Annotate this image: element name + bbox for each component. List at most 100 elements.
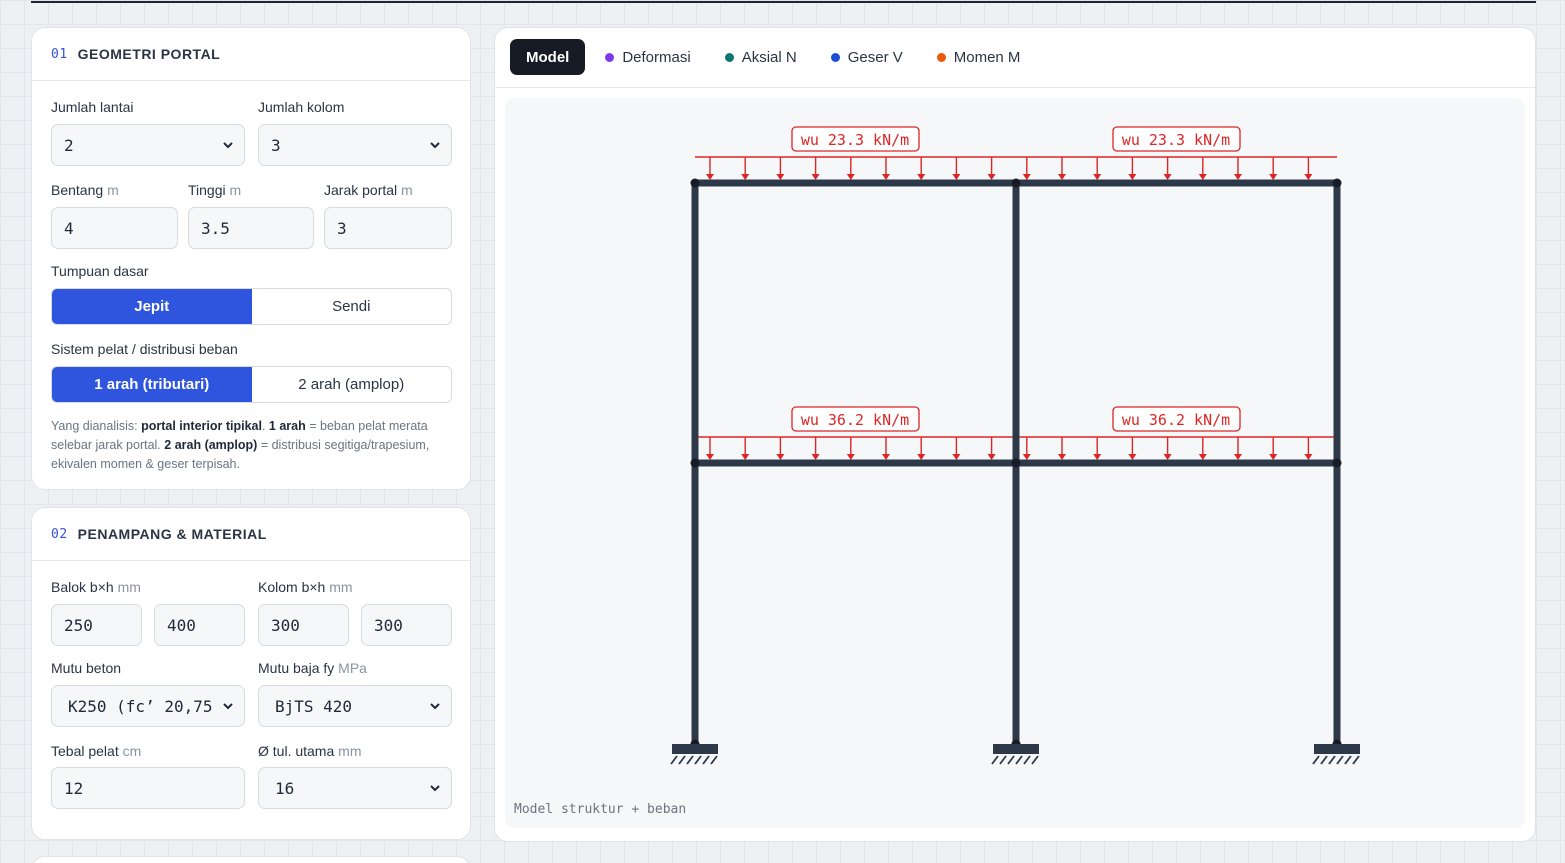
load-arrowhead — [811, 454, 820, 460]
concrete-label: Mutu beton — [51, 660, 122, 676]
load-arrowhead — [987, 174, 996, 180]
chevron-down-icon — [430, 703, 440, 710]
column-label: Kolom b×h mm — [258, 579, 353, 595]
roof-load-label-left: wu 23.3 kN/m — [791, 126, 920, 152]
viewer-tabs: Model Deformasi Aksial N Geser V Momen M — [510, 39, 1020, 75]
section-number: 02 — [51, 526, 68, 542]
geser-dot — [830, 52, 840, 62]
support-label: Tumpuan dasar — [51, 263, 149, 279]
note-bold: 2 arah (amplop) — [164, 438, 258, 452]
joint-node — [1011, 178, 1021, 188]
floor-load-label-right: wu 36.2 kN/m — [1112, 406, 1241, 432]
joint-node — [1332, 458, 1342, 468]
height-label: Tinggi m — [188, 182, 241, 198]
tab-deformasi[interactable]: Deformasi — [605, 48, 691, 66]
load-arrowhead — [917, 454, 926, 460]
load-arrowhead — [1058, 454, 1066, 460]
canvas-caption: Model struktur + beban — [514, 802, 687, 817]
svg-text:wu 36.2 kN/m: wu 36.2 kN/m — [1122, 411, 1230, 429]
slab-system-label: Sistem pelat / distribusi beban — [51, 341, 238, 357]
load-arrowhead — [1269, 174, 1278, 180]
span-label-text: Bentang — [51, 182, 104, 198]
floors-value: 2 — [64, 135, 74, 155]
note-bold: 1 arah — [268, 419, 306, 433]
bar-label: Ø tul. utama mm — [258, 743, 361, 759]
section-card-header: 02 PENAMPANG & MATERIAL — [32, 508, 470, 561]
cols-value: 3 — [271, 135, 281, 155]
span-input[interactable]: 4 — [51, 207, 178, 249]
bar-select[interactable]: 16 — [258, 767, 452, 809]
slab-thickness-unit: cm — [122, 743, 142, 759]
load-arrowhead — [1198, 454, 1207, 460]
tab-aksial[interactable]: Aksial N — [724, 49, 797, 66]
column-h-input[interactable]: 300 — [361, 604, 452, 646]
load-arrowhead — [1128, 454, 1137, 460]
load-arrowhead — [1234, 174, 1242, 180]
slab-option-one-way[interactable]: 1 arah (tributari) — [52, 367, 252, 402]
support-option-sendi[interactable]: Sendi — [252, 289, 452, 324]
joint-node — [690, 178, 700, 188]
load-arrowhead — [952, 174, 961, 180]
tab-label: Geser V — [847, 48, 903, 66]
steel-label-text: Mutu baja fy — [258, 660, 335, 676]
chevron-down-icon — [223, 142, 233, 149]
load-arrowhead — [1304, 174, 1313, 180]
column-b-input[interactable]: 300 — [258, 604, 349, 646]
load-arrowhead — [1128, 174, 1137, 180]
beam-unit: mm — [117, 579, 141, 595]
svg-text:wu 23.3 kN/m: wu 23.3 kN/m — [1122, 131, 1230, 149]
beam-label-text: Balok b×h — [51, 579, 114, 595]
roof-load-arrows — [695, 156, 1337, 180]
tabs-divider — [495, 87, 1535, 88]
chevron-down-icon — [430, 785, 440, 792]
load-arrowhead — [846, 454, 855, 460]
cols-select[interactable]: 3 — [258, 124, 452, 166]
svg-text:wu 36.2 kN/m: wu 36.2 kN/m — [801, 411, 909, 429]
load-arrowhead — [1093, 174, 1102, 180]
chevron-down-icon — [430, 142, 440, 149]
load-arrowhead — [706, 454, 714, 460]
spacing-input[interactable]: 3 — [324, 207, 452, 249]
tab-model[interactable]: Model — [510, 39, 586, 75]
viewer-card: Model Deformasi Aksial N Geser V Momen M — [494, 27, 1536, 842]
beam-b-input[interactable]: 250 — [51, 604, 142, 646]
floors-select[interactable]: 2 — [51, 124, 245, 166]
geometry-card: 01 GEOMETRI PORTAL Jumlah lantai 2 Jumla… — [31, 27, 471, 490]
load-arrowhead — [1198, 174, 1207, 180]
column-label-text: Kolom b×h — [258, 579, 326, 595]
load-arrowhead — [1163, 174, 1172, 180]
next-card — [31, 856, 471, 863]
slab-option-two-way[interactable]: 2 arah (amplop) — [252, 367, 452, 402]
fixed-support-icon — [670, 744, 718, 765]
spacing-label-text: Jarak portal — [324, 182, 398, 198]
beam-h-input[interactable]: 400 — [154, 604, 245, 646]
load-arrowhead — [1304, 454, 1313, 460]
floors-label: Jumlah lantai — [51, 99, 134, 115]
column-unit: mm — [329, 579, 353, 595]
floor-load-label-left: wu 36.2 kN/m — [791, 406, 920, 432]
note-text: Yang dianalisis: — [51, 419, 142, 433]
steel-select[interactable]: BjTS 420 — [258, 685, 452, 727]
beam-label: Balok b×h mm — [51, 579, 141, 595]
spacing-unit: m — [401, 182, 413, 198]
bar-label-text: Ø tul. utama — [258, 743, 335, 759]
steel-unit: MPa — [338, 660, 367, 676]
load-arrowhead — [706, 174, 714, 180]
bar-value: 16 — [275, 778, 295, 798]
joint-node — [1332, 178, 1342, 188]
load-arrowhead — [1022, 174, 1031, 180]
slab-thickness-input[interactable]: 12 — [51, 767, 245, 809]
tab-momen[interactable]: Momen M — [936, 49, 1020, 66]
section-material-card: 02 PENAMPANG & MATERIAL Balok b×h mm 250… — [31, 507, 471, 840]
load-arrowhead — [776, 174, 785, 180]
height-input[interactable]: 3.5 — [188, 207, 314, 249]
load-arrowhead — [1093, 454, 1102, 460]
concrete-select[interactable]: K250 (fc’ 20,75 — [51, 685, 245, 727]
load-arrowhead — [1163, 454, 1172, 460]
spacing-label: Jarak portal m — [324, 182, 413, 198]
support-option-jepit[interactable]: Jepit — [52, 289, 252, 324]
tab-geser[interactable]: Geser V — [830, 48, 903, 66]
tab-label: Deformasi — [622, 48, 691, 66]
span-label: Bentang m — [51, 182, 119, 198]
note-bold: portal interior tipikal — [141, 419, 262, 433]
